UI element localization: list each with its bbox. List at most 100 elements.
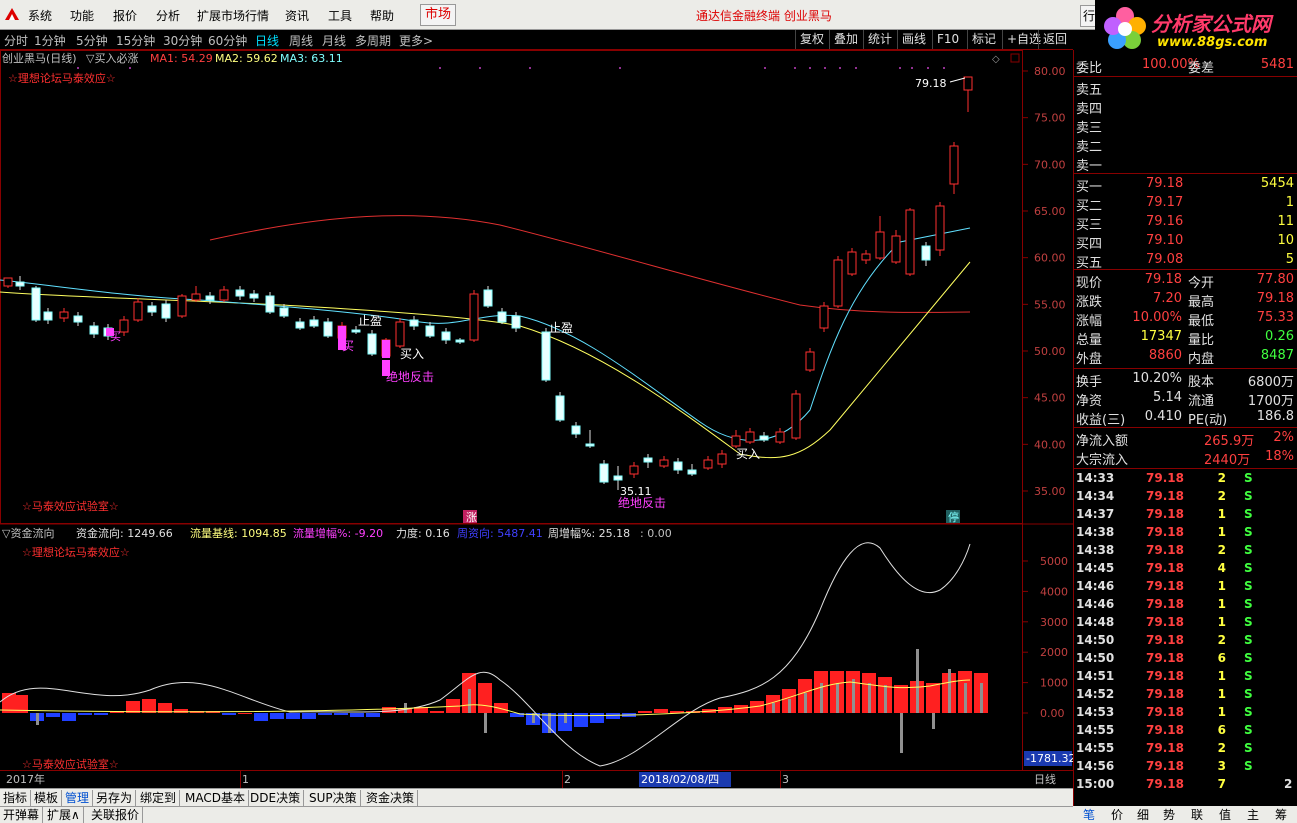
tab-manage[interactable]: 管理 — [62, 790, 94, 806]
tab-price[interactable]: 价 — [1111, 806, 1123, 823]
buy-row[interactable]: 买四 79.10 10 — [1074, 232, 1297, 252]
tick-price: 79.18 — [1146, 525, 1184, 539]
period-daily[interactable]: 日线 — [255, 32, 279, 49]
weicha-value: 5481 — [1260, 57, 1294, 72]
sell3-label: 卖三 — [1076, 121, 1103, 136]
tick-row[interactable]: 14:50 79.18 6 S — [1074, 650, 1297, 668]
stats-button[interactable]: 统计 — [863, 30, 896, 49]
tick-row[interactable]: 14:34 79.18 2 S — [1074, 488, 1297, 506]
related-quote-button[interactable]: 关联报价 — [88, 807, 144, 823]
candle-body — [541, 331, 551, 381]
market-button[interactable]: 市场 — [420, 4, 456, 26]
menu-system[interactable]: 系统 — [28, 7, 52, 24]
signal-dot — [794, 67, 796, 69]
draw-button[interactable]: 画线 — [897, 30, 930, 49]
tick-row[interactable]: 14:45 79.18 4 S — [1074, 560, 1297, 578]
buy-row[interactable]: 买二 79.17 1 — [1074, 194, 1297, 214]
tick-row[interactable]: 14:33 79.18 2 S — [1074, 470, 1297, 488]
tick-row[interactable]: 14:48 79.18 1 S — [1074, 614, 1297, 632]
tab-fund[interactable]: 资金决策 — [363, 790, 419, 806]
sell4-row[interactable]: 卖四 — [1074, 97, 1297, 117]
overlay-button[interactable]: 叠加 — [829, 30, 862, 49]
stat-value: 10.20% — [1132, 371, 1182, 386]
separator — [1074, 368, 1297, 369]
signal-dot — [943, 67, 945, 69]
tab-trend[interactable]: 势 — [1163, 806, 1175, 823]
tick-price: 79.18 — [1146, 633, 1184, 647]
period-5min[interactable]: 5分钟 — [76, 32, 108, 49]
separator — [1074, 427, 1297, 428]
tick-row[interactable]: 14:51 79.18 1 S — [1074, 668, 1297, 686]
tab-link[interactable]: 联 — [1191, 806, 1203, 823]
restore-rights-button[interactable]: 复权 — [795, 30, 828, 49]
flow-bar — [590, 713, 604, 723]
tick-row[interactable]: 14:38 79.18 1 S — [1074, 524, 1297, 542]
tab-indicator[interactable]: 指标 — [0, 790, 32, 806]
netflow-label: 净流入额 — [1076, 434, 1129, 449]
menu-function[interactable]: 功能 — [70, 7, 94, 24]
candle-body — [717, 453, 727, 465]
tab-detail[interactable]: 细 — [1137, 806, 1149, 823]
chart-close-box[interactable] — [1010, 53, 1020, 63]
tab-template[interactable]: 模板 — [31, 790, 63, 806]
menu-ext-market[interactable]: 扩展市场行情 — [197, 7, 269, 24]
buy-row[interactable]: 买五 79.08 5 — [1074, 251, 1297, 271]
period-weekly[interactable]: 周线 — [289, 32, 313, 49]
expand-button[interactable]: 扩展∧ — [44, 807, 84, 823]
tab-sup[interactable]: SUP决策 — [306, 790, 361, 806]
tick-row[interactable]: 14:55 79.18 6 S — [1074, 722, 1297, 740]
menu-tools[interactable]: 工具 — [328, 7, 352, 24]
tab-value[interactable]: 值 — [1219, 806, 1231, 823]
diamond-icon[interactable]: ◇ — [992, 54, 1000, 65]
tick-row[interactable]: 15:00 79.18 7 2 — [1074, 776, 1297, 794]
tab-ticks[interactable]: 笔 — [1083, 806, 1095, 823]
period-tick[interactable]: 分时 — [4, 32, 28, 49]
danmu-button[interactable]: 开弹幕 — [0, 807, 44, 823]
tab-dde[interactable]: DDE决策 — [247, 790, 305, 806]
f10-button[interactable]: F10 — [932, 30, 963, 49]
menu-help[interactable]: 帮助 — [370, 7, 394, 24]
period-multi[interactable]: 多周期 — [355, 32, 391, 49]
tick-row[interactable]: 14:55 79.18 2 S — [1074, 740, 1297, 758]
mark-button[interactable]: 标记 — [967, 30, 1000, 49]
tick-row[interactable]: 14:52 79.18 1 S — [1074, 686, 1297, 704]
buy-price: 79.16 — [1146, 214, 1184, 229]
block-value: 2440万 — [1204, 453, 1251, 468]
separator — [1074, 76, 1297, 77]
tick-row[interactable]: 14:50 79.18 2 S — [1074, 632, 1297, 650]
tick-row[interactable]: 14:56 79.18 3 S — [1074, 758, 1297, 776]
menu-analysis[interactable]: 分析 — [156, 7, 180, 24]
back-button[interactable]: 返回 — [1038, 30, 1071, 49]
menu-news[interactable]: 资讯 — [285, 7, 309, 24]
tab-bind[interactable]: 绑定到 — [137, 790, 181, 806]
signal-dot — [77, 67, 79, 69]
period-15min[interactable]: 15分钟 — [116, 32, 155, 49]
tick-price: 79.18 — [1146, 597, 1184, 611]
year-label: 2017年 — [6, 772, 45, 786]
sell2-row[interactable]: 卖二 — [1074, 135, 1297, 155]
tab-main[interactable]: 主 — [1247, 806, 1259, 823]
tab-chips[interactable]: 筹 — [1275, 806, 1287, 823]
period-30min[interactable]: 30分钟 — [163, 32, 202, 49]
signal-stop-2: 止盈 — [549, 321, 573, 335]
tab-macd[interactable]: MACD基本 — [182, 790, 249, 806]
tick-row[interactable]: 14:37 79.18 1 S — [1074, 506, 1297, 524]
period-60min[interactable]: 60分钟 — [208, 32, 247, 49]
flow-gray-bar — [548, 713, 551, 733]
sell5-row[interactable]: 卖五 — [1074, 78, 1297, 98]
period-1min[interactable]: 1分钟 — [34, 32, 66, 49]
sell3-row[interactable]: 卖三 — [1074, 116, 1297, 136]
menu-quote[interactable]: 报价 — [113, 7, 137, 24]
tick-row[interactable]: 14:53 79.18 1 S — [1074, 704, 1297, 722]
sell1-row[interactable]: 卖一 — [1074, 154, 1297, 174]
flow-gray-bar — [948, 669, 951, 713]
chart-area[interactable]: 80.00 75.00 70.00 65.00 60.00 55.00 50.00 45.00… — [0, 50, 1073, 788]
buy-row[interactable]: 买三 79.16 11 — [1074, 213, 1297, 233]
tick-row[interactable]: 14:46 79.18 1 S — [1074, 596, 1297, 614]
tick-row[interactable]: 14:46 79.18 1 S — [1074, 578, 1297, 596]
buy-row[interactable]: 买一 79.18 5454 — [1074, 175, 1297, 195]
period-monthly[interactable]: 月线 — [322, 32, 346, 49]
tick-row[interactable]: 14:38 79.18 2 S — [1074, 542, 1297, 560]
tab-save-as[interactable]: 另存为 — [93, 790, 137, 806]
period-more[interactable]: 更多> — [399, 32, 433, 49]
